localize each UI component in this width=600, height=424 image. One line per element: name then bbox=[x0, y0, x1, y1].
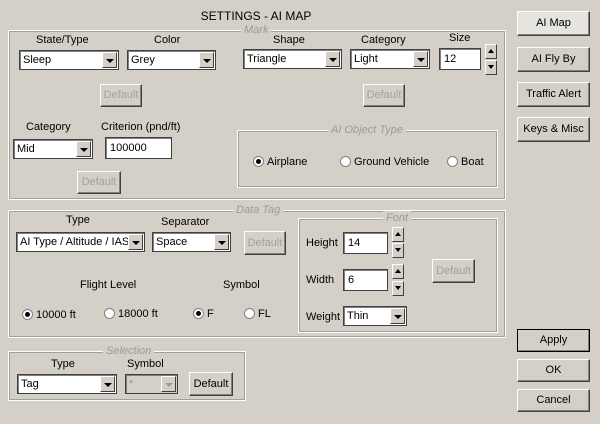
size-up-icon[interactable] bbox=[485, 44, 497, 59]
state-type-value: Sleep bbox=[23, 54, 52, 66]
selection-type-label: Type bbox=[51, 358, 75, 370]
mark-default-button-2[interactable]: Default bbox=[363, 84, 405, 107]
state-type-label: State/Type bbox=[36, 34, 89, 46]
category2-label: Category bbox=[26, 121, 71, 133]
traffic-alert-button[interactable]: Traffic Alert bbox=[517, 82, 590, 107]
separator-value: Space bbox=[156, 236, 188, 248]
color-value: Grey bbox=[131, 54, 155, 66]
color-label: Color bbox=[154, 34, 181, 46]
separator-label: Separator bbox=[161, 216, 210, 228]
selection-type-value: Tag bbox=[21, 378, 39, 390]
height-down-icon[interactable] bbox=[392, 243, 404, 258]
chevron-down-icon[interactable] bbox=[161, 376, 176, 392]
width-input[interactable]: 6 bbox=[343, 269, 388, 291]
symbol-fl-label: FL bbox=[258, 308, 271, 320]
flight-level-10000-radio[interactable] bbox=[22, 309, 33, 320]
shape-label: Shape bbox=[273, 34, 305, 46]
symbol-fl-radio[interactable] bbox=[244, 308, 255, 319]
size-label: Size bbox=[449, 32, 471, 44]
selection-symbol-value: * bbox=[129, 378, 134, 390]
width-down-icon[interactable] bbox=[392, 281, 404, 296]
category2-select[interactable]: Mid bbox=[13, 139, 93, 159]
state-type-select[interactable]: Sleep bbox=[19, 50, 119, 70]
airplane-radio[interactable] bbox=[253, 156, 264, 167]
symbol-f-label: F bbox=[207, 308, 214, 320]
chevron-down-icon[interactable] bbox=[128, 234, 143, 250]
color-select[interactable]: Grey bbox=[127, 50, 216, 70]
flight-level-label: Flight Level bbox=[80, 279, 137, 291]
boat-label: Boat bbox=[461, 156, 484, 168]
ai-fly-by-button[interactable]: AI Fly By bbox=[517, 47, 590, 72]
selection-default-button[interactable]: Default bbox=[189, 372, 233, 396]
width-label: Width bbox=[306, 274, 335, 286]
category2-value: Mid bbox=[17, 143, 35, 155]
selection-type-select[interactable]: Tag bbox=[17, 374, 117, 394]
category-label: Category bbox=[361, 34, 406, 46]
width-up-icon[interactable] bbox=[392, 264, 404, 279]
chevron-down-icon[interactable] bbox=[390, 308, 405, 324]
ground-vehicle-radio[interactable] bbox=[340, 156, 351, 167]
window-title: SETTINGS - AI MAP bbox=[200, 9, 312, 23]
chevron-down-icon[interactable] bbox=[100, 376, 115, 392]
chevron-down-icon[interactable] bbox=[413, 51, 428, 67]
selection-symbol-select[interactable]: * bbox=[125, 374, 178, 394]
data-tag-default-button[interactable]: Default bbox=[244, 231, 286, 255]
criterion-input[interactable]: 100000 bbox=[105, 137, 172, 159]
chevron-down-icon[interactable] bbox=[214, 234, 229, 250]
boat-radio[interactable] bbox=[447, 156, 458, 167]
chevron-down-icon[interactable] bbox=[76, 141, 91, 157]
ok-button[interactable]: OK bbox=[517, 359, 590, 382]
apply-button[interactable]: Apply bbox=[517, 329, 590, 352]
cancel-button[interactable]: Cancel bbox=[517, 389, 590, 412]
symbol-label: Symbol bbox=[223, 279, 260, 291]
airplane-label: Airplane bbox=[267, 156, 308, 168]
shape-select[interactable]: Triangle bbox=[243, 49, 342, 69]
size-value: 12 bbox=[444, 53, 457, 65]
height-label: Height bbox=[306, 237, 338, 249]
height-input[interactable]: 14 bbox=[343, 232, 388, 254]
ground-vehicle-label: Ground Vehicle bbox=[354, 156, 430, 168]
flight-level-10000-label: 10000 ft bbox=[36, 309, 76, 321]
selection-symbol-label: Symbol bbox=[127, 358, 164, 370]
flight-level-18000-radio[interactable] bbox=[104, 308, 115, 319]
flight-level-18000-label: 18000 ft bbox=[118, 308, 158, 320]
weight-value: Thin bbox=[347, 310, 369, 322]
category-select[interactable]: Light bbox=[350, 49, 430, 69]
chevron-down-icon[interactable] bbox=[325, 51, 340, 67]
symbol-f-radio[interactable] bbox=[193, 308, 204, 319]
size-input[interactable]: 12 bbox=[439, 48, 481, 70]
mark-default-button-3[interactable]: Default bbox=[77, 171, 121, 194]
weight-label: Weight bbox=[306, 311, 341, 323]
criterion-value: 100000 bbox=[110, 142, 147, 154]
mark-default-button-1[interactable]: Default bbox=[100, 84, 142, 107]
keys-misc-button[interactable]: Keys & Misc bbox=[517, 117, 590, 142]
chevron-down-icon[interactable] bbox=[102, 52, 117, 68]
shape-value: Triangle bbox=[247, 53, 287, 65]
ai-object-type-title: AI Object Type bbox=[328, 123, 406, 137]
height-up-icon[interactable] bbox=[392, 227, 404, 242]
tag-type-value: AI Type / Altitude / IAS bbox=[20, 236, 130, 248]
height-value: 14 bbox=[348, 237, 361, 249]
font-default-button[interactable]: Default bbox=[432, 259, 475, 283]
mark-group-title: Mark bbox=[241, 23, 272, 37]
separator-select[interactable]: Space bbox=[152, 232, 231, 252]
ai-map-button[interactable]: AI Map bbox=[517, 11, 590, 36]
font-group-title: Font bbox=[383, 211, 412, 225]
criterion-label: Criterion (pnd/ft) bbox=[101, 121, 181, 133]
tag-type-select[interactable]: AI Type / Altitude / IAS bbox=[16, 232, 145, 252]
width-value: 6 bbox=[348, 274, 355, 286]
chevron-down-icon[interactable] bbox=[199, 52, 214, 68]
weight-select[interactable]: Thin bbox=[343, 306, 407, 326]
tag-type-label: Type bbox=[66, 214, 90, 226]
size-down-icon[interactable] bbox=[485, 60, 497, 75]
data-tag-group-title: Data Tag bbox=[233, 203, 284, 217]
category-value: Light bbox=[354, 53, 378, 65]
selection-group-title: Selection bbox=[103, 344, 155, 358]
